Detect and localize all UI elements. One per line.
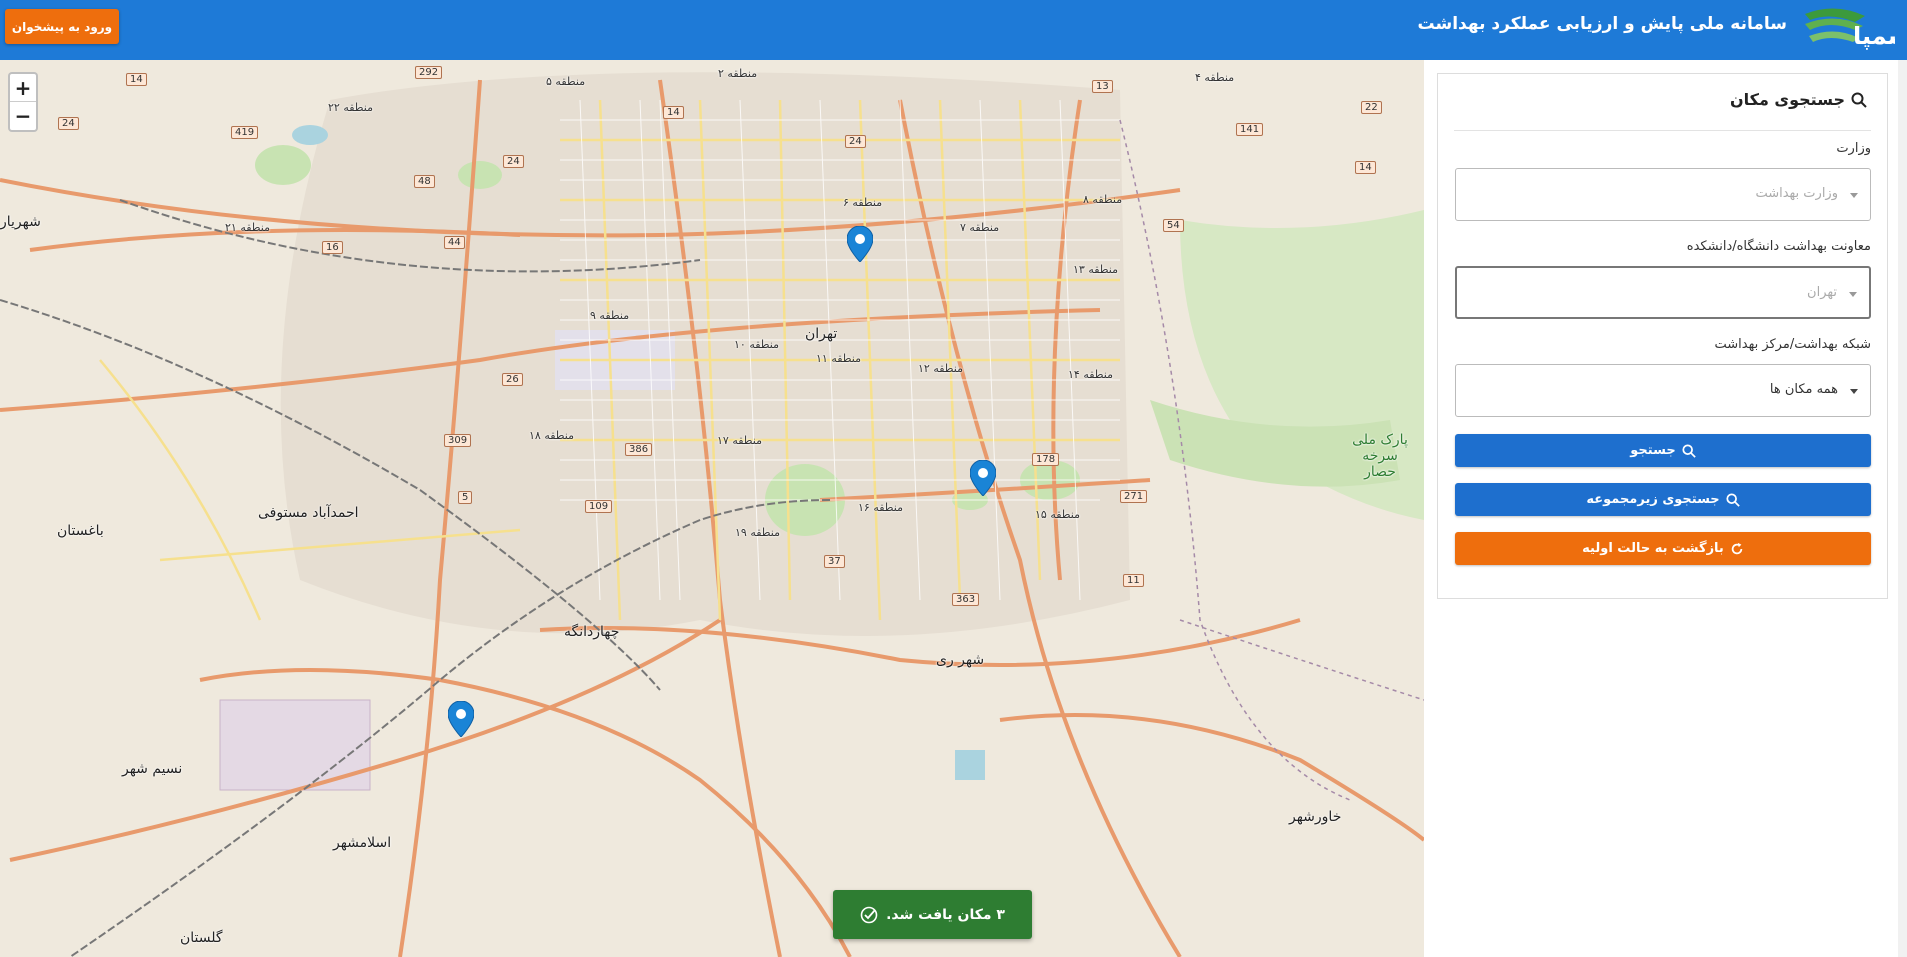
map-label: باغستان <box>57 523 104 539</box>
map-label: منطقه ۲۲ <box>328 101 374 114</box>
location-marker-icon[interactable] <box>970 460 996 496</box>
map-label: منطقه ۱۷ <box>717 434 763 447</box>
search-icon <box>1682 443 1696 458</box>
map-label: گلستان <box>180 930 223 946</box>
map-label: احمدآباد مستوفی <box>258 505 359 521</box>
chevron-down-icon <box>1850 389 1858 394</box>
sub-search-button-label: جستجوی زیرمجموعه <box>1586 492 1720 507</box>
map-label: منطقه ۱۸ <box>529 429 575 442</box>
refresh-icon <box>1731 542 1743 554</box>
map-label: منطقه ۱۴ <box>1068 368 1114 381</box>
map-label: منطقه ۱۹ <box>735 526 781 539</box>
reset-button[interactable]: بازگشت به حالت اولیه <box>1455 532 1871 565</box>
divider <box>1454 130 1871 131</box>
map-label: منطقه ۶ <box>843 196 883 209</box>
results-toast-text: ۳ مکان یافت شد. <box>886 906 1005 923</box>
app-title: سامانه ملی پایش و ارزیابی عملکرد بهداشت <box>1417 14 1787 34</box>
map-label: شهریار <box>0 214 41 230</box>
map-label: منطقه ۲ <box>718 67 758 80</box>
zoom-out-button[interactable]: − <box>10 102 36 130</box>
map-label: منطقه ۱۶ <box>858 501 904 514</box>
chevron-down-icon <box>1849 292 1857 297</box>
map-label: منطقه ۴ <box>1195 71 1235 84</box>
map-label-tehran: تهران <box>805 326 838 342</box>
search-button-label: جستجو <box>1630 443 1676 458</box>
deputy-select[interactable]: تهران <box>1455 266 1871 319</box>
reset-button-label: بازگشت به حالت اولیه <box>1582 541 1724 556</box>
network-select-value: همه مکان ها <box>1769 382 1838 397</box>
map-label: منطقه ۱۲ <box>918 362 964 375</box>
map-label: منطقه ۲۱ <box>225 221 271 234</box>
sub-search-button[interactable]: جستجوی زیرمجموعه <box>1455 483 1871 516</box>
map-tiles <box>0 60 1424 957</box>
ministry-select[interactable]: وزارت بهداشت <box>1455 168 1871 221</box>
location-marker-icon[interactable] <box>847 226 873 262</box>
app-header: ورود به پیشخوان سامانه ملی پایش و ارزیاب… <box>0 0 1907 60</box>
search-icon <box>1851 92 1867 108</box>
map-label: منطقه ۱۱ <box>816 352 862 365</box>
network-label: شبکه بهداشت/مرکز بهداشت <box>1714 337 1871 352</box>
map-label: نسیم شهر <box>122 761 183 777</box>
results-toast: ۳ مکان یافت شد. <box>833 890 1032 939</box>
panel-title-text: جستجوی مکان <box>1729 90 1845 109</box>
deputy-label: معاونت بهداشت دانشگاه/دانشکده <box>1686 239 1871 254</box>
map-label: چهاردانگه <box>564 624 620 640</box>
map-label: منطقه ۸ <box>1083 193 1123 206</box>
panel-title: جستجوی مکان <box>1730 90 1867 109</box>
search-button[interactable]: جستجو <box>1455 434 1871 467</box>
ministry-label: وزارت <box>1836 141 1871 156</box>
search-icon <box>1726 492 1740 507</box>
map-label: خاورشهر <box>1289 809 1342 825</box>
map-label: منطقه ۱۵ <box>1035 508 1081 521</box>
map-label: شهر ری <box>936 652 985 668</box>
map-label: منطقه ۷ <box>960 221 1000 234</box>
logo-text: سمپا <box>1853 22 1895 50</box>
check-circle-icon <box>860 906 878 923</box>
map-view[interactable]: 14 24 419 292 24 48 44 16 26 309 386 5 1… <box>0 60 1424 957</box>
network-select[interactable]: همه مکان ها <box>1455 364 1871 417</box>
dashboard-login-button[interactable]: ورود به پیشخوان <box>5 9 119 44</box>
location-search-panel: جستجوی مکان وزارت وزارت بهداشت معاونت به… <box>1437 73 1888 599</box>
location-marker-icon[interactable] <box>448 701 474 737</box>
chevron-down-icon <box>1850 193 1858 198</box>
map-label: پارک ملی سرخه حصار <box>1352 432 1408 480</box>
zoom-control: + − <box>8 72 38 132</box>
map-label: اسلامشهر <box>333 835 392 851</box>
app-logo: سمپا <box>1805 8 1895 50</box>
map-label: منطقه ۱۳ <box>1073 263 1119 276</box>
deputy-select-value: تهران <box>1807 285 1837 300</box>
page-scrollbar[interactable] <box>1898 60 1907 957</box>
ministry-select-value: وزارت بهداشت <box>1755 186 1838 201</box>
zoom-in-button[interactable]: + <box>10 74 36 102</box>
map-label: منطقه ۱۰ <box>734 338 780 351</box>
map-label: منطقه ۵ <box>546 75 586 88</box>
map-label: منطقه ۹ <box>590 309 630 322</box>
